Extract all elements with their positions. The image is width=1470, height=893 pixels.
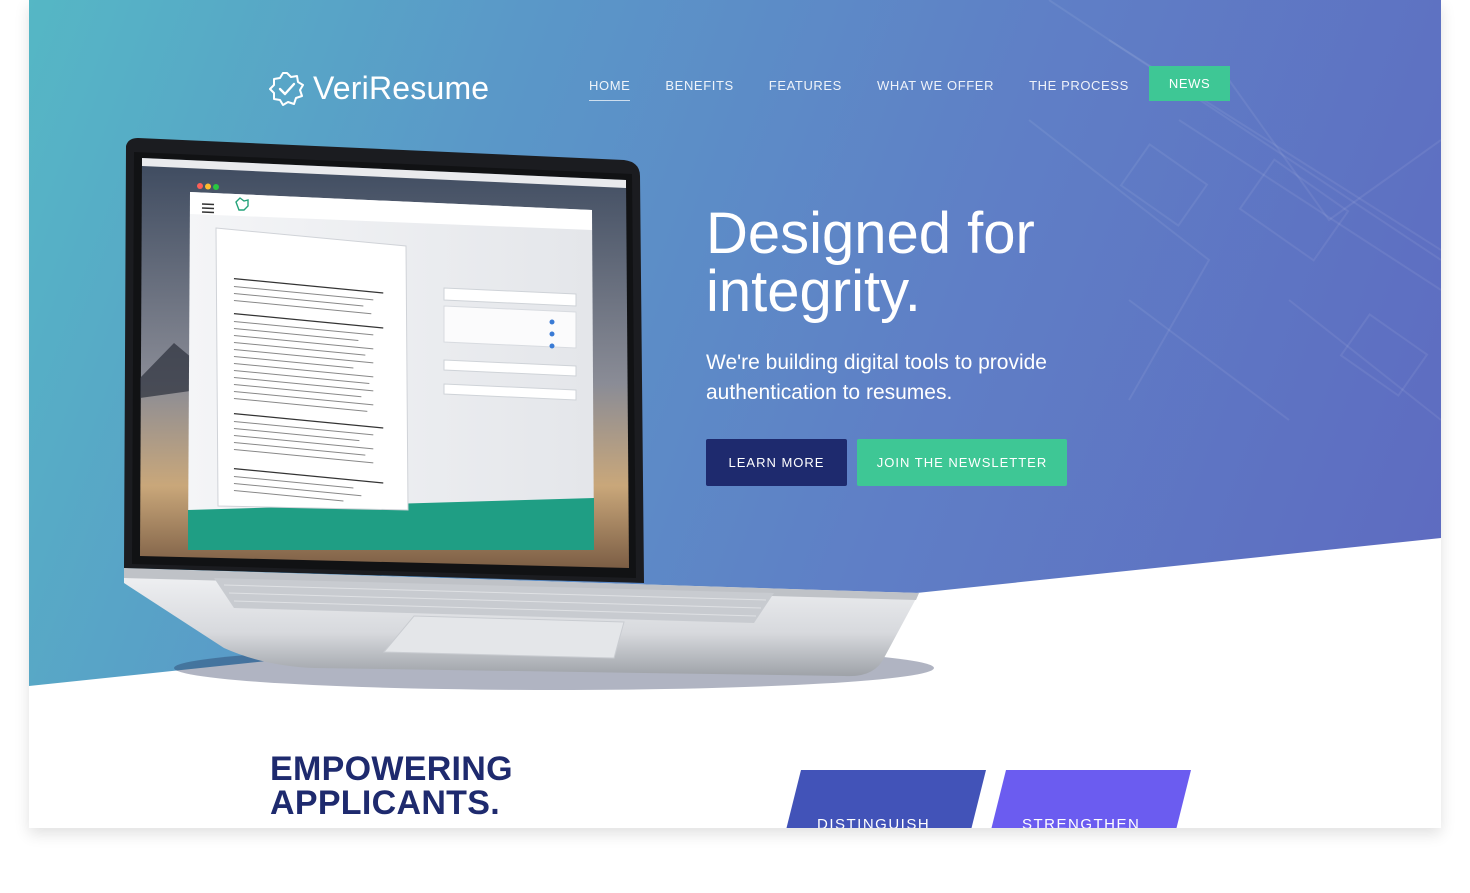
learn-more-button[interactable]: LEARN MORE: [706, 439, 847, 486]
nav-features[interactable]: FEATURES: [769, 66, 842, 101]
hero-headline-line2: integrity.: [706, 259, 921, 324]
section-title-line2: APPLICANTS.: [270, 784, 500, 822]
landing-page: VeriResume HOME BENEFITS FEATURES WHAT W…: [29, 0, 1441, 828]
card-distinguish-label: DISTINGUISH: [817, 816, 931, 828]
nav-the-process[interactable]: THE PROCESS: [1029, 66, 1129, 101]
nav-what-we-offer[interactable]: WHAT WE OFFER: [877, 66, 994, 101]
card-strengthen-label: STRENGTHEN: [1022, 816, 1141, 828]
brand-name: VeriResume: [313, 70, 490, 106]
verified-badge-icon: [269, 71, 304, 106]
main-nav: HOME BENEFITS FEATURES WHAT WE OFFER THE…: [589, 66, 1231, 101]
hero-subhead: We're building digital tools to provide …: [706, 351, 1047, 404]
nav-news-button[interactable]: NEWS: [1148, 66, 1231, 101]
join-newsletter-button[interactable]: JOIN THE NEWSLETTER: [857, 439, 1067, 486]
card-distinguish[interactable]: DISTINGUISH: [781, 770, 986, 828]
card-strengthen[interactable]: STRENGTHEN: [986, 770, 1191, 828]
brand-logo[interactable]: VeriResume: [269, 70, 489, 107]
nav-home[interactable]: HOME: [589, 66, 631, 101]
nav-benefits[interactable]: BENEFITS: [665, 66, 733, 101]
hero-headline: Designed for integrity.: [706, 205, 1166, 321]
hero-headline-line1: Designed for: [706, 201, 1035, 266]
section-title: EMPOWERING APPLICANTS.: [270, 752, 513, 820]
section-title-line1: EMPOWERING: [270, 750, 513, 788]
